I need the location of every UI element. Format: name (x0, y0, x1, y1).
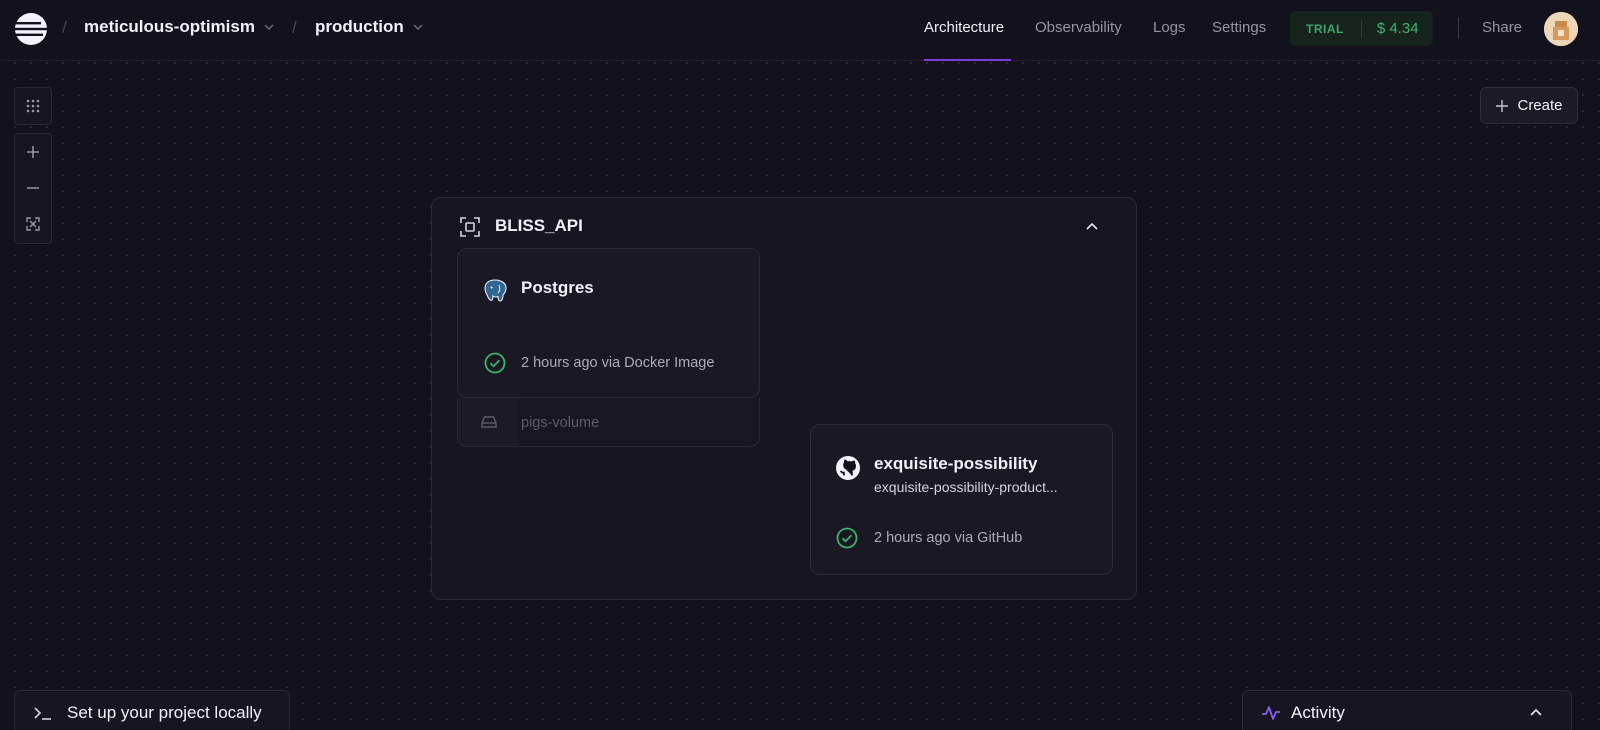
environment-name: production (315, 17, 404, 36)
collapse-group-button[interactable] (1083, 218, 1101, 236)
service-domain: exquisite-possibility-product... (874, 479, 1058, 495)
activity-label: Activity (1291, 703, 1345, 722)
divider (1458, 17, 1459, 39)
check-circle-icon (836, 527, 858, 554)
tab-settings[interactable]: Settings (1212, 19, 1266, 36)
minus-icon (27, 187, 39, 189)
canvas-layout-toolbar (14, 87, 52, 125)
active-tab-indicator (924, 59, 1011, 61)
breadcrumb-separator: / (292, 18, 297, 37)
trial-label: TRIAL (1306, 21, 1344, 36)
breadcrumb-separator: / (62, 18, 67, 37)
chevron-down-icon (264, 24, 274, 31)
chevron-down-icon (413, 24, 423, 31)
share-button[interactable]: Share (1482, 19, 1522, 36)
create-button[interactable]: Create (1480, 87, 1578, 124)
plus-icon (1496, 99, 1509, 112)
plus-icon (27, 146, 39, 158)
tab-logs[interactable]: Logs (1153, 19, 1186, 36)
avatar[interactable] (1544, 12, 1578, 46)
top-bar: / meticulous-optimism / production Archi… (0, 0, 1600, 61)
activity-panel-toggle[interactable]: Activity (1242, 690, 1572, 730)
activity-pulse-icon (1262, 706, 1280, 720)
project-name: meticulous-optimism (84, 17, 255, 36)
fit-view-button[interactable] (15, 206, 51, 242)
deploy-status: 2 hours ago via Docker Image (521, 355, 715, 371)
terminal-icon (34, 707, 51, 720)
create-label: Create (1517, 97, 1563, 114)
service-name: Postgres (521, 278, 594, 297)
trial-credit-badge[interactable]: TRIAL $ 4.34 (1290, 11, 1433, 46)
hard-drive-icon (480, 416, 497, 428)
zoom-out-button[interactable] (15, 170, 51, 206)
service-name: exquisite-possibility (874, 454, 1038, 473)
check-circle-icon (484, 352, 506, 379)
project-selector[interactable]: meticulous-optimism (84, 17, 275, 37)
zoom-in-button[interactable] (15, 134, 51, 170)
tab-observability[interactable]: Observability (1035, 19, 1122, 36)
volume-icon-box (458, 398, 519, 446)
setup-local-button[interactable]: Set up your project locally (14, 690, 290, 730)
divider (1360, 19, 1362, 38)
setup-label: Set up your project locally (67, 703, 262, 722)
environment-selector[interactable]: production (315, 17, 424, 37)
fit-view-icon (26, 217, 40, 231)
railway-logo-icon[interactable] (14, 12, 48, 46)
grid-dots-icon (26, 99, 40, 113)
group-frame-icon (460, 217, 480, 237)
group-title: BLISS_API (495, 216, 583, 235)
credit-amount: $ 4.34 (1376, 20, 1419, 37)
tab-architecture[interactable]: Architecture (924, 19, 1004, 36)
postgres-elephant-icon (482, 278, 508, 309)
volume-name: pigs-volume (521, 415, 600, 431)
github-icon (835, 455, 861, 486)
grid-toggle-button[interactable] (15, 88, 51, 124)
chevron-up-icon (1530, 708, 1542, 716)
canvas-zoom-toolbar (14, 133, 52, 244)
deploy-status: 2 hours ago via GitHub (874, 530, 1023, 546)
chevron-up-icon (1086, 222, 1098, 230)
